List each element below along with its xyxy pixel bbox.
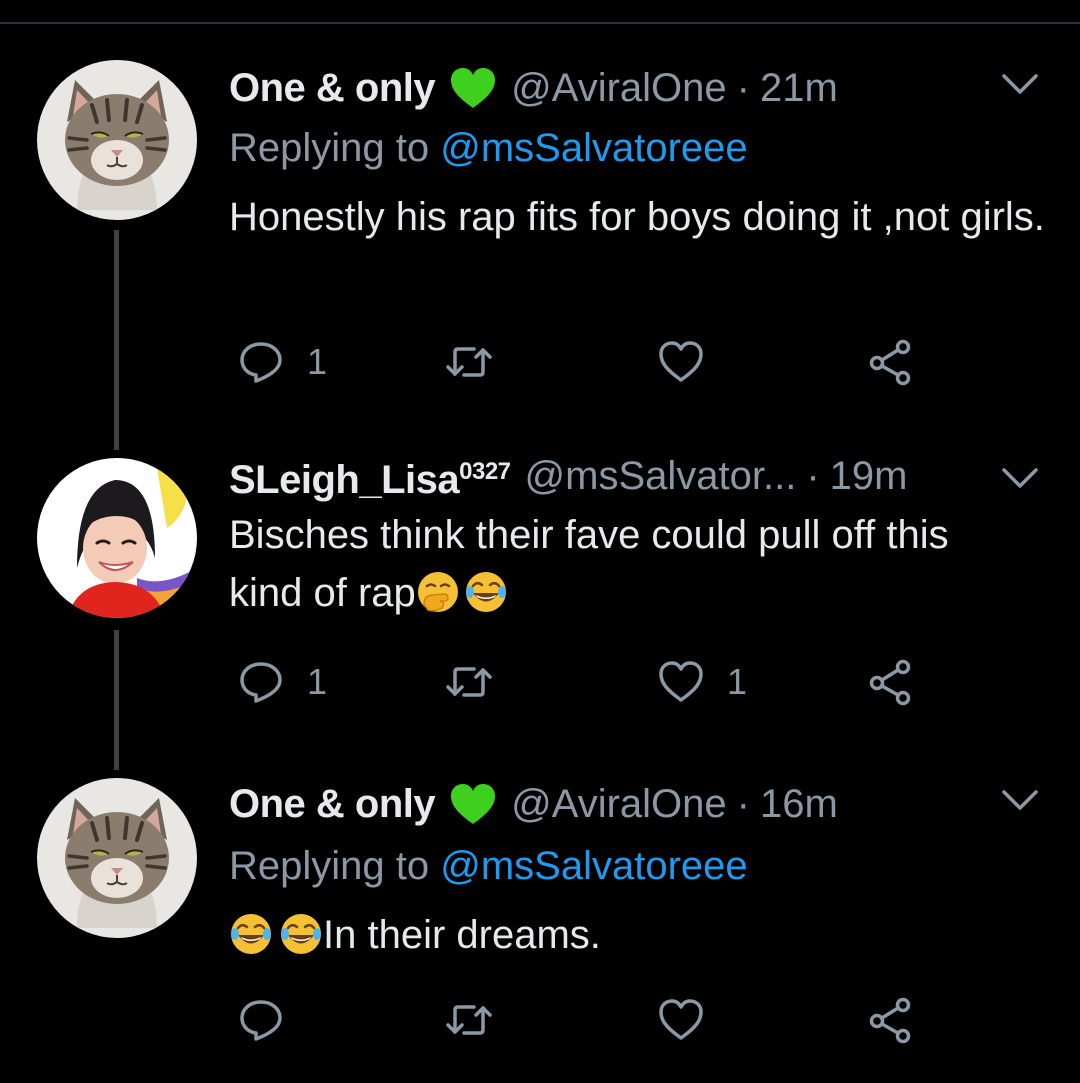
avatar[interactable] — [37, 778, 197, 938]
chevron-down-icon[interactable] — [1000, 788, 1040, 812]
share-icon — [867, 996, 915, 1044]
share-button[interactable] — [867, 338, 915, 386]
tweet-header: One & only @AviralOne · 16m — [229, 776, 838, 832]
replying-to: Replying to @msSalvatoreee — [229, 838, 748, 894]
reply-button[interactable]: 1 — [237, 658, 327, 706]
cat-avatar-icon — [37, 60, 197, 220]
display-name[interactable]: SLeigh_Lisa0327 — [229, 444, 511, 508]
display-name-text: SLeigh_Lisa — [229, 458, 460, 502]
replying-prefix: Replying to — [229, 844, 441, 888]
retweet-icon — [445, 658, 493, 706]
chevron-down-icon[interactable] — [1000, 466, 1040, 490]
mention-link[interactable]: @msSalvatoreee — [440, 844, 747, 888]
like-button[interactable] — [657, 996, 705, 1044]
avatar[interactable] — [37, 60, 197, 220]
reply-button[interactable]: 1 — [237, 338, 327, 386]
tears-of-joy-emoji — [279, 912, 323, 956]
display-name[interactable]: One & only — [229, 776, 436, 832]
reply-icon — [237, 996, 285, 1044]
user-handle[interactable]: @AviralOne — [511, 776, 727, 832]
tweet-text-content: Bisches think their fave could pull off … — [229, 513, 949, 615]
replying-prefix: Replying to — [229, 126, 441, 170]
green-heart-icon — [449, 782, 497, 826]
replying-to: Replying to @msSalvatoreee — [229, 120, 748, 176]
like-count: 1 — [727, 661, 748, 702]
tweet-header: One & only @AviralOne · 21m — [229, 60, 838, 116]
avatar[interactable] — [37, 458, 197, 618]
separator-dot: · — [806, 454, 820, 498]
display-name[interactable]: One & only — [229, 60, 436, 116]
tweet-actions: 1 1 — [229, 658, 949, 706]
share-icon — [867, 658, 915, 706]
share-icon — [867, 338, 915, 386]
retweet-button[interactable] — [445, 338, 493, 386]
reply-icon — [237, 658, 285, 706]
reply-count: 1 — [307, 661, 328, 702]
reply-button[interactable] — [237, 996, 285, 1044]
separator-dot: · — [736, 66, 750, 110]
tweet-text: Honestly his rap fits for boys doing it … — [229, 195, 1045, 239]
like-button[interactable] — [657, 338, 705, 386]
green-heart-icon — [449, 66, 497, 110]
retweet-button[interactable] — [445, 996, 493, 1044]
timestamp[interactable]: 19m — [830, 448, 908, 504]
cat-avatar-icon — [37, 778, 197, 938]
user-handle[interactable]: @AviralOne — [511, 60, 727, 116]
tweet-actions — [229, 996, 949, 1044]
display-name-superscript: 0327 — [459, 458, 511, 485]
tweet-text: In their dreams. — [229, 906, 1059, 964]
mention-link[interactable]: @msSalvatoreee — [440, 126, 747, 170]
chevron-down-icon[interactable] — [1000, 72, 1040, 96]
heart-icon — [657, 658, 705, 706]
reply-icon — [237, 338, 285, 386]
thread-line — [114, 230, 119, 450]
face-with-hand-over-mouth-emoji — [416, 570, 460, 614]
share-button[interactable] — [867, 996, 915, 1044]
tweet-actions: 1 — [229, 338, 949, 386]
reply-count: 1 — [307, 341, 328, 382]
user-handle[interactable]: @msSalvator... — [525, 448, 797, 504]
timestamp[interactable]: 21m — [760, 60, 838, 116]
heart-icon — [657, 996, 705, 1044]
separator-dot: · — [736, 782, 750, 826]
retweet-icon — [445, 996, 493, 1044]
retweet-icon — [445, 338, 493, 386]
like-button[interactable]: 1 — [657, 658, 747, 706]
tears-of-joy-emoji — [464, 570, 508, 614]
top-divider — [0, 22, 1080, 24]
tweet-text: Bisches think their fave could pull off … — [229, 506, 989, 622]
retweet-button[interactable] — [445, 658, 493, 706]
thread-line — [114, 630, 119, 770]
timestamp[interactable]: 16m — [760, 776, 838, 832]
heart-icon — [657, 338, 705, 386]
share-button[interactable] — [867, 658, 915, 706]
woman-smiling-avatar-icon — [37, 458, 197, 618]
tweet-text-content: In their dreams. — [323, 913, 601, 957]
tweet-header: SLeigh_Lisa0327 @msSalvator... · 19m — [229, 448, 907, 504]
tears-of-joy-emoji — [229, 912, 273, 956]
